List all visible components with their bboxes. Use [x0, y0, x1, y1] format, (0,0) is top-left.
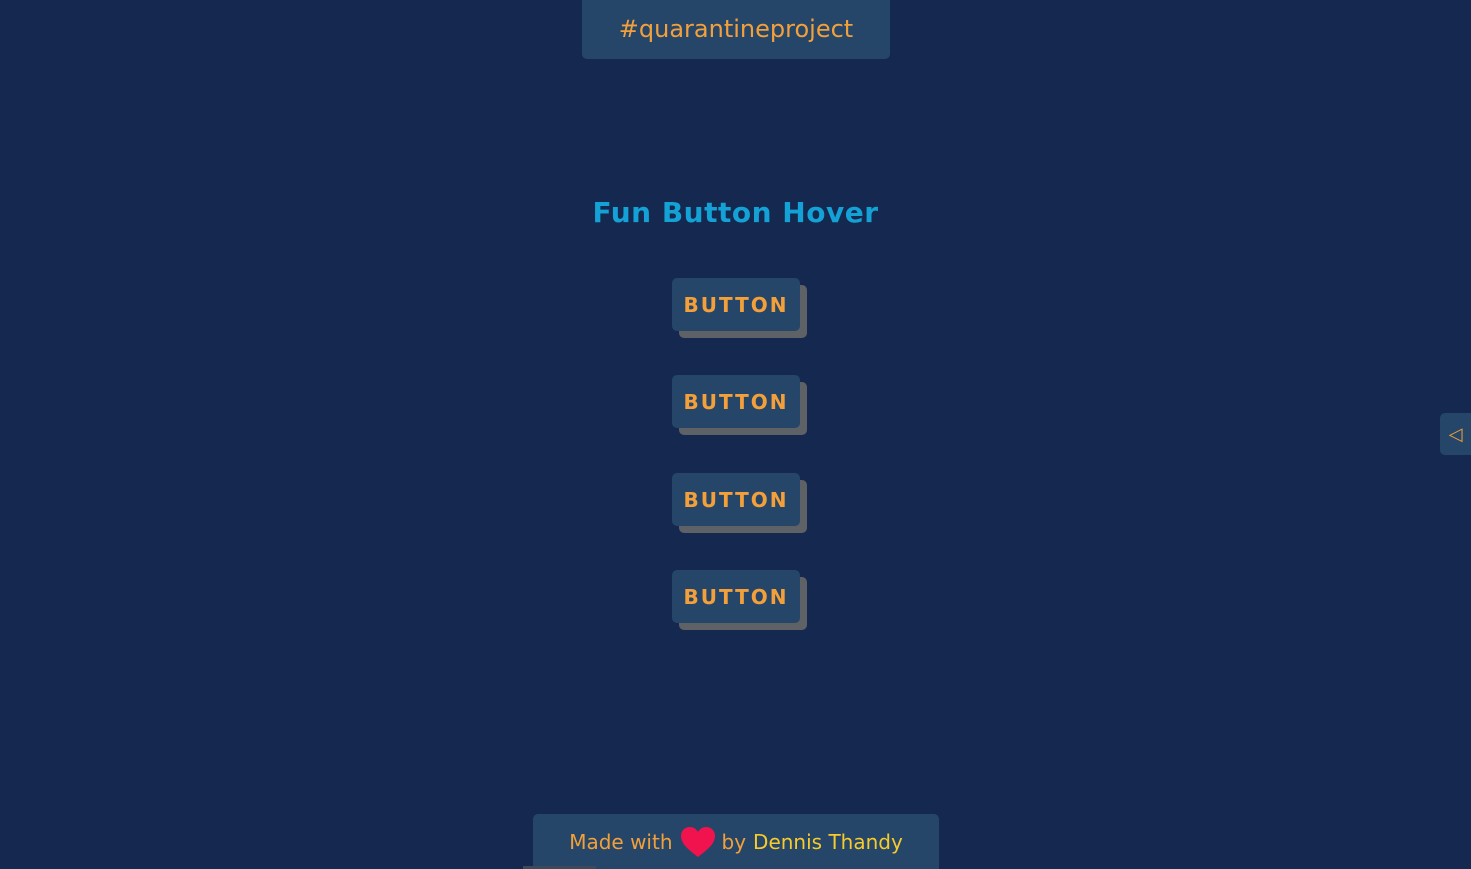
footer-by: by [721, 829, 747, 854]
footer-made-with: Made with [569, 829, 673, 854]
page-title: Fun Button Hover [592, 196, 879, 229]
side-panel-toggle[interactable]: ◁ [1440, 413, 1471, 455]
fun-button-3[interactable]: Button [672, 473, 800, 526]
fun-button-1[interactable]: Button [672, 278, 800, 331]
quarantine-project-tag-text: #quarantineproject [618, 14, 854, 43]
fun-button-4[interactable]: Button [672, 570, 800, 623]
footer-credit: Made with by Dennis Thandy [533, 814, 939, 869]
heart-icon [680, 826, 716, 858]
author-link[interactable]: Dennis Thandy [753, 830, 903, 854]
fun-button-2[interactable]: Button [672, 375, 800, 428]
quarantine-project-tag: #quarantineproject [582, 0, 890, 59]
triangle-left-icon: ◁ [1448, 423, 1463, 445]
